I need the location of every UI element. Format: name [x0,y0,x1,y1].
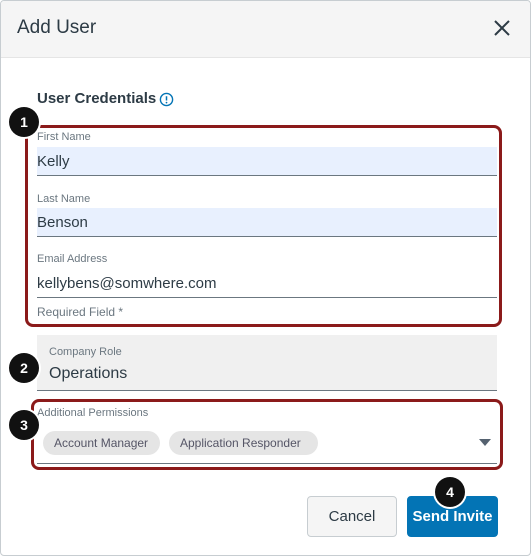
company-role-value: Operations [49,365,128,382]
permission-chip-application-responder[interactable]: Application Responder [169,431,318,455]
step-marker-2: 2 [9,353,39,383]
company-role-select[interactable]: Company Role Operations [37,335,497,391]
close-icon[interactable] [492,18,512,38]
first-name-label: First Name [37,131,91,143]
first-name-field[interactable] [37,147,497,176]
step-marker-4: 4 [435,477,465,507]
permission-chip-account-manager[interactable]: Account Manager [43,431,160,455]
add-user-dialog: Add User User Credentials First Name Las… [0,0,531,556]
caret-down-icon[interactable] [479,439,491,447]
company-role-label: Company Role [49,346,122,358]
section-title-user-credentials: User Credentials [37,90,157,107]
step-marker-3: 3 [9,410,39,440]
last-name-label: Last Name [37,193,91,205]
step-marker-1: 1 [9,107,39,137]
last-name-field[interactable] [37,208,497,237]
required-field-note: Required Field * [37,305,124,319]
dialog-header: Add User [1,1,530,58]
info-icon[interactable] [159,92,174,107]
email-field[interactable] [37,269,497,298]
permissions-underline [37,463,497,464]
dialog-title: Add User [17,17,97,38]
additional-permissions-label: Additional Permissions [37,407,149,419]
email-address-label: Email Address [37,253,108,265]
cancel-button[interactable]: Cancel [307,496,397,537]
